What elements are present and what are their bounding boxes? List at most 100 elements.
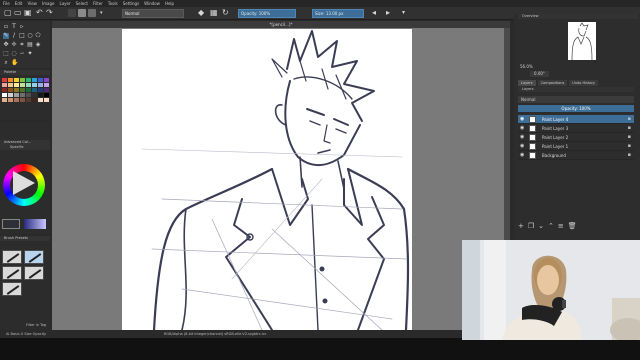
layer-row[interactable]: ◉ Paint Layer 1 ▪	[518, 142, 634, 151]
overview-panel[interactable]	[518, 20, 638, 62]
document-tab[interactable]: *[pencil...]*	[52, 21, 510, 28]
menu-settings[interactable]: Settings	[123, 0, 139, 7]
palette-swatch[interactable]	[2, 83, 7, 87]
eraser-icon[interactable]: ◆	[198, 8, 204, 18]
visibility-icon[interactable]: ◉	[520, 133, 524, 142]
layer-row[interactable]: ◉ Background ▪	[518, 151, 634, 160]
foreground-color-swatch[interactable]	[2, 219, 20, 229]
palette-swatch[interactable]	[44, 98, 49, 102]
ellipse-tool-icon[interactable]: ○	[27, 33, 33, 39]
ellipse-select-icon[interactable]: ◌	[11, 51, 17, 57]
reload-icon[interactable]: ↻	[222, 8, 229, 18]
lock-icon[interactable]: ▪	[628, 142, 631, 151]
lasso-select-icon[interactable]: ∽	[19, 51, 25, 57]
color-wheel[interactable]	[3, 164, 45, 206]
polygon-tool-icon[interactable]: ⬠	[35, 33, 41, 39]
edit-shapes-icon[interactable]: ▹	[19, 24, 25, 30]
palette-swatch[interactable]	[32, 93, 37, 97]
preserve-alpha-icon[interactable]: ▦	[210, 8, 218, 18]
palette-swatch[interactable]	[44, 88, 49, 92]
tab-undo-history[interactable]: Undo History	[569, 80, 598, 86]
move-tool-icon[interactable]: ✢	[11, 42, 17, 48]
palette-swatch[interactable]	[8, 88, 13, 92]
brush-preset-selected[interactable]	[24, 250, 44, 264]
duplicate-layer-icon[interactable]: ❐	[528, 222, 534, 230]
layer-blend-mode[interactable]: Normal	[518, 96, 634, 103]
palette-swatch[interactable]	[20, 98, 25, 102]
crop-tool-icon[interactable]: ⌗	[19, 42, 25, 48]
fill-tool-icon[interactable]: ◈	[35, 42, 41, 48]
layer-row[interactable]: ◉ Paint Layer 3 ▪	[518, 124, 634, 133]
blend-mode-select[interactable]: Normal	[122, 9, 184, 18]
palette-swatch[interactable]	[32, 83, 37, 87]
delete-layer-icon[interactable]: 🗑	[568, 222, 577, 230]
gradient-tool-icon[interactable]: ▤	[27, 42, 33, 48]
palette-swatch[interactable]	[2, 93, 7, 97]
palette-swatch[interactable]	[26, 78, 31, 82]
fill-gradient-icon[interactable]	[68, 9, 76, 17]
move-down-icon[interactable]: ⌄	[538, 222, 544, 230]
text-tool-icon[interactable]: T	[11, 24, 17, 30]
palette-swatch[interactable]	[20, 78, 25, 82]
advanced-color-tab[interactable]: Advanced Col...	[4, 140, 31, 144]
palette-swatch[interactable]	[38, 93, 43, 97]
move-up-icon[interactable]: ⌃	[548, 222, 554, 230]
lock-icon[interactable]: ▪	[628, 115, 631, 124]
more-icon[interactable]: ▾	[402, 8, 405, 18]
tab-layers[interactable]: Layers	[518, 80, 536, 86]
palette-swatch[interactable]	[14, 78, 19, 82]
menu-edit[interactable]: Edit	[15, 0, 23, 7]
brush-preset[interactable]	[2, 282, 22, 296]
zoom-level[interactable]: 56.0%	[520, 64, 533, 70]
freehand-brush-icon[interactable]: ✎	[3, 33, 9, 39]
edit-brush-icon[interactable]: ▾	[100, 8, 103, 18]
color-triangle[interactable]	[13, 171, 35, 195]
palette-swatch[interactable]	[2, 98, 7, 102]
drawing-canvas[interactable]	[122, 29, 412, 330]
rect-select-icon[interactable]: ⬚	[3, 51, 9, 57]
menu-image[interactable]: Image	[42, 0, 55, 7]
layer-row[interactable]: ◉ Paint Layer 2 ▪	[518, 133, 634, 142]
palette-swatch[interactable]	[14, 83, 19, 87]
brush-preset[interactable]	[24, 266, 44, 280]
palette-swatch[interactable]	[38, 83, 43, 87]
overview-thumbnail[interactable]	[568, 22, 596, 61]
palette-swatch[interactable]	[44, 78, 49, 82]
palette-swatch[interactable]	[38, 78, 43, 82]
palette-swatch[interactable]	[14, 98, 19, 102]
menu-help[interactable]: Help	[165, 0, 174, 7]
transform-tool-icon[interactable]: ✥	[3, 42, 9, 48]
menu-layer[interactable]: Layer	[59, 0, 70, 7]
line-tool-icon[interactable]: /	[11, 33, 17, 39]
palette-swatch[interactable]	[14, 93, 19, 97]
fg-bg-colors[interactable]	[2, 219, 48, 229]
palette-swatch[interactable]	[20, 83, 25, 87]
palette-swatch[interactable]	[38, 88, 43, 92]
brush-preset[interactable]	[2, 250, 22, 264]
menu-file[interactable]: File	[3, 0, 10, 7]
palette-swatch[interactable]	[8, 78, 13, 82]
palette-swatch[interactable]	[26, 88, 31, 92]
palette-swatch[interactable]	[38, 98, 43, 102]
new-document-icon[interactable]: ▢	[4, 8, 12, 18]
tab-compositions[interactable]: Compositions	[537, 80, 568, 86]
palette-swatch[interactable]	[26, 93, 31, 97]
palette-swatch[interactable]	[26, 98, 31, 102]
background-color-swatch[interactable]	[24, 219, 46, 229]
select-shapes-icon[interactable]: ▫	[3, 24, 9, 30]
brush-preset-icon[interactable]	[88, 9, 96, 17]
palette-swatch[interactable]	[20, 88, 25, 92]
palette-swatch[interactable]	[20, 93, 25, 97]
add-layer-icon[interactable]: +	[518, 222, 524, 230]
filter-in-tag-label[interactable]: Filter in Tag	[26, 322, 46, 328]
visibility-icon[interactable]: ◉	[520, 142, 524, 151]
palette-swatch[interactable]	[8, 98, 13, 102]
brush-preset[interactable]	[2, 266, 22, 280]
menu-view[interactable]: View	[27, 0, 37, 7]
redo-icon[interactable]: ↷	[46, 8, 53, 18]
palette-swatch[interactable]	[2, 88, 7, 92]
zoom-tool-icon[interactable]: ⌕	[3, 60, 9, 66]
palette-swatch[interactable]	[44, 83, 49, 87]
menu-tools[interactable]: Tools	[108, 0, 118, 7]
palette-swatch[interactable]	[32, 98, 37, 102]
